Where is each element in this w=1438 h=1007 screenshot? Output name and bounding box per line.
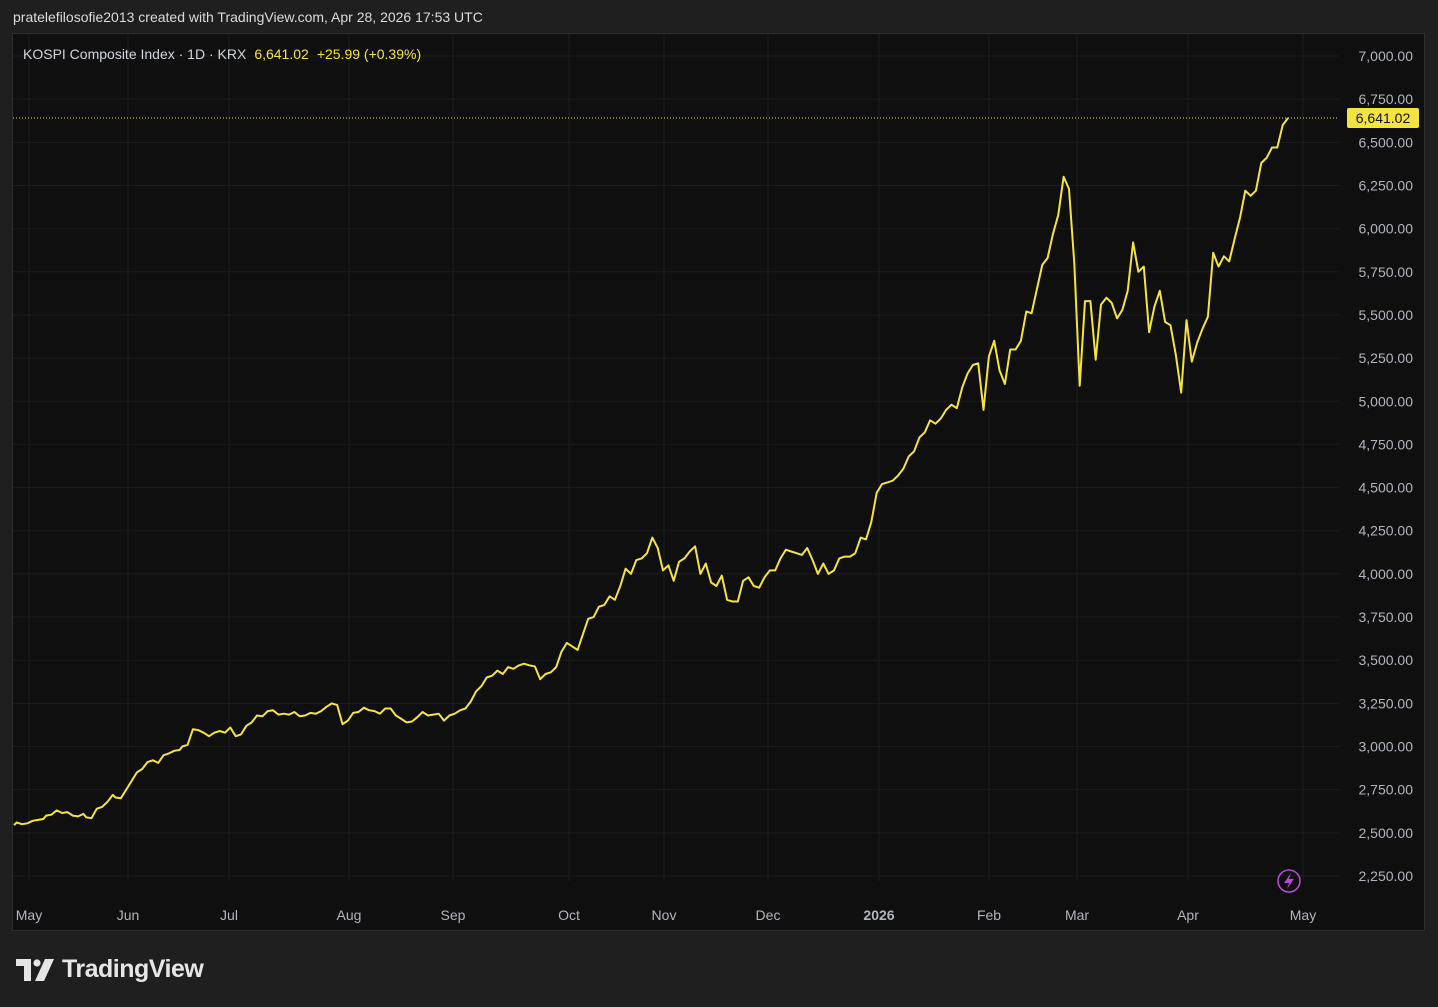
y-tick-label: 4,250.00 <box>1359 523 1414 539</box>
x-tick-label: Oct <box>558 907 580 923</box>
y-tick-label: 6,250.00 <box>1359 177 1414 193</box>
chart-panel[interactable]: 7,000.00 6,750.00 6,500.00 6,250.00 6,000.00… <box>12 33 1425 931</box>
brand-name: TradingView <box>62 955 204 983</box>
x-tick-label: Nov <box>652 907 677 923</box>
price-chart[interactable]: 7,000.00 6,750.00 6,500.00 6,250.00 6,000.00… <box>13 34 1424 930</box>
y-tick-label: 2,750.00 <box>1359 782 1414 798</box>
x-tick-label: Aug <box>337 907 362 923</box>
y-tick-label: 6,750.00 <box>1359 91 1414 107</box>
price-series-line[interactable] <box>13 117 1289 826</box>
x-tick-label: Dec <box>756 907 781 923</box>
y-tick-label: 7,000.00 <box>1359 48 1414 64</box>
y-tick-label: 6,000.00 <box>1359 221 1414 237</box>
x-tick-label: May <box>1290 907 1316 923</box>
x-tick-label: Sep <box>441 907 466 923</box>
legend-change: +25.99 (+0.39%) <box>316 46 422 62</box>
x-tick-label: Mar <box>1065 907 1089 923</box>
y-tick-label: 3,750.00 <box>1359 609 1414 625</box>
tradingview-logo-icon <box>16 958 54 981</box>
y-tick-label: 3,000.00 <box>1359 739 1414 755</box>
x-tick-label: 2026 <box>863 907 894 923</box>
x-tick-label: Jun <box>117 907 140 923</box>
legend-symbol: KOSPI Composite Index · 1D · KRX <box>23 46 247 62</box>
x-tick-label: Jul <box>220 907 238 923</box>
x-tick-label: Apr <box>1177 907 1199 923</box>
y-tick-label: 4,000.00 <box>1359 566 1414 582</box>
tradingview-brand[interactable]: TradingView <box>16 955 204 984</box>
y-tick-label: 4,750.00 <box>1359 436 1414 452</box>
last-price-badge-label: 6,641.02 <box>1356 110 1411 126</box>
y-tick-label: 3,500.00 <box>1359 652 1414 668</box>
x-tick-label: Feb <box>977 907 1001 923</box>
y-tick-label: 6,500.00 <box>1359 134 1414 150</box>
y-tick-label: 5,000.00 <box>1359 393 1414 409</box>
x-tick-label: May <box>16 907 42 923</box>
y-tick-label: 4,500.00 <box>1359 480 1414 496</box>
lightning-icon[interactable] <box>1277 869 1301 893</box>
y-tick-label: 2,500.00 <box>1359 825 1414 841</box>
y-tick-label: 5,250.00 <box>1359 350 1414 366</box>
chart-legend: KOSPI Composite Index · 1D · KRX 6,641.0… <box>23 46 421 62</box>
y-tick-label: 5,500.00 <box>1359 307 1414 323</box>
chart-attribution: pratelefilosofie2013 created with Tradin… <box>13 9 483 25</box>
y-tick-label: 3,250.00 <box>1359 695 1414 711</box>
y-tick-label: 5,750.00 <box>1359 264 1414 280</box>
legend-last-price: 6,641.02 <box>254 46 309 62</box>
y-tick-label: 2,250.00 <box>1359 868 1414 884</box>
